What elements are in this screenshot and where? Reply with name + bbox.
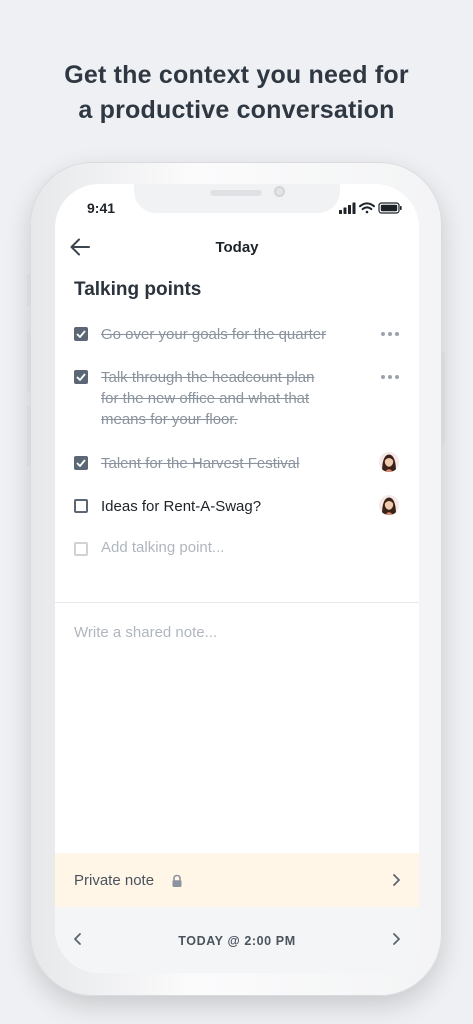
more-options-icon[interactable] — [381, 374, 399, 380]
lock-icon — [172, 874, 182, 887]
talking-point-text[interactable]: Go over your goals for the quarter — [101, 324, 326, 345]
talking-point-text[interactable]: Talk through the headcount plan for the … — [101, 367, 315, 430]
battery-icon — [378, 202, 402, 214]
date-label[interactable]: TODAY @ 2:00 PM — [55, 934, 419, 948]
divider — [55, 602, 419, 603]
talking-point-checkbox[interactable] — [74, 327, 88, 341]
chevron-right-icon[interactable] — [389, 932, 403, 946]
speaker — [210, 190, 262, 196]
date-navigator: TODAY @ 2:00 PM — [55, 907, 419, 973]
talking-point-checkbox[interactable] — [74, 499, 88, 513]
avatar[interactable] — [379, 452, 399, 472]
signal-icon — [339, 202, 356, 214]
status-time: 9:41 — [87, 200, 116, 216]
add-talking-point-checkbox — [74, 542, 88, 556]
phone-notch — [134, 184, 340, 213]
avatar[interactable] — [379, 495, 399, 515]
talking-point-checkbox[interactable] — [74, 456, 88, 470]
more-options-icon[interactable] — [381, 331, 399, 337]
camera — [274, 186, 285, 197]
phone-volume-down-button — [27, 406, 31, 466]
headline: Get the context you need for a productiv… — [0, 58, 473, 128]
private-note-label: Private note — [74, 872, 155, 889]
talking-point-checkbox[interactable] — [74, 370, 88, 384]
app-screen: 9:41 Today Talking points Go over your g… — [55, 184, 419, 973]
headline-line-1: Get the context you need for — [64, 61, 409, 89]
talking-point-text[interactable]: Ideas for Rent-A-Swag? — [101, 496, 261, 517]
headline-line-2: a productive conversation — [78, 96, 395, 124]
wifi-icon — [359, 202, 375, 214]
private-note-row[interactable]: Private note — [55, 853, 419, 907]
shared-note-input[interactable]: Write a shared note... — [74, 624, 217, 641]
page-title: Today — [215, 239, 259, 256]
talking-point-text[interactable]: Talent for the Harvest Festival — [101, 453, 299, 474]
status-icons — [339, 202, 402, 214]
chevron-right-icon — [393, 874, 400, 886]
add-talking-point-input[interactable]: Add talking point... — [101, 539, 224, 556]
talking-points-title: Talking points — [74, 279, 202, 300]
phone-volume-up-button — [27, 332, 31, 392]
phone-side-button — [27, 274, 31, 306]
phone-power-button — [441, 352, 445, 444]
